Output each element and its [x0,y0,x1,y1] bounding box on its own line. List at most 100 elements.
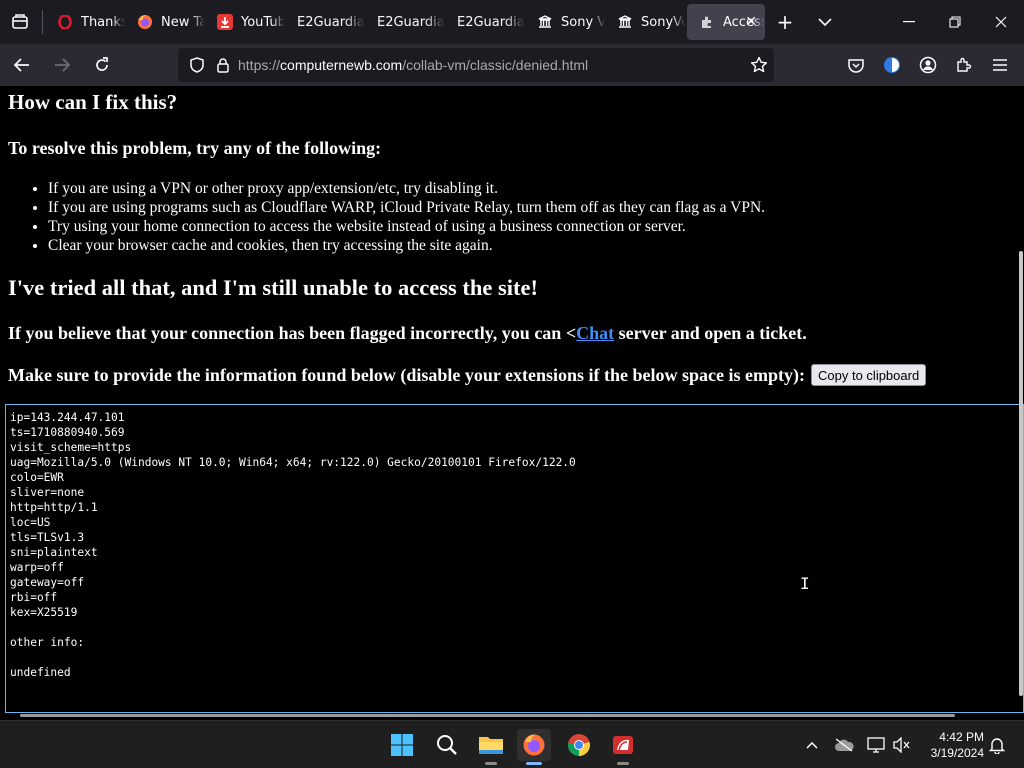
flagged-incorrectly-text: If you believe that your connection has … [8,323,807,344]
restore-button[interactable] [932,0,978,44]
taskbar-file-explorer[interactable] [474,729,508,765]
flag-text-after: server and open a ticket. [614,323,807,343]
forward-arrow-icon [55,58,70,72]
tab-e2guardian-2[interactable]: E2Guardian [365,4,445,40]
extensions-button[interactable] [947,49,981,81]
tab-title: E2Guardian [297,14,365,30]
running-indicator [617,762,629,765]
volume-button[interactable] [890,733,914,757]
provide-info-text: Make sure to provide the information fou… [8,364,927,386]
account-button[interactable] [911,49,945,81]
chat-link[interactable]: Chat [576,323,614,343]
tab-e2guardian-1[interactable]: E2Guardian [285,4,365,40]
minimize-button[interactable] [886,0,932,44]
tab-sony-1[interactable]: Sony V [525,4,605,40]
plus-icon: + [776,10,794,34]
new-tab-button[interactable]: + [765,0,805,44]
tracking-protection-shield-icon[interactable] [186,57,208,73]
system-clock[interactable]: 4:42 PM 3/19/2024 [918,729,984,761]
bell-icon [989,738,1005,754]
tab-title: New Tab [161,14,205,30]
museum-icon [537,14,553,30]
reload-button[interactable] [84,49,120,81]
taskbar-firefox[interactable] [517,729,551,765]
extension-button[interactable] [875,49,909,81]
pocket-button[interactable] [839,49,873,81]
tab-strip: Thanks New Tab YouTube E2Guardian E2Guar… [0,0,1024,44]
heading-still-unable: I've tried all that, and I'm still unabl… [8,275,538,300]
copy-to-clipboard-button[interactable]: Copy to clipboard [811,364,927,386]
tab-sony-2[interactable]: SonyVe [605,4,685,40]
taskbar-search-button[interactable] [430,729,464,761]
puzzle-icon [699,14,715,30]
tab-access-active[interactable]: Access ✕ [687,4,765,40]
close-window-button[interactable] [978,0,1024,44]
bookmark-star-icon[interactable] [750,56,768,78]
list-item: Try using your home connection to access… [48,217,765,236]
chevron-up-icon [806,741,818,749]
list-item: If you are using programs such as Cloudf… [48,198,765,217]
forward-button[interactable] [44,49,80,81]
url-text[interactable]: https://computernewb.com/collab-vm/class… [238,57,588,73]
diagnostic-info-textarea[interactable]: ip=143.244.47.101 ts=1710880940.569 visi… [5,404,1024,713]
network-monitor-icon [867,737,885,753]
show-hidden-icons-button[interactable] [800,733,824,757]
opera-icon [57,14,73,30]
address-bar[interactable]: https://computernewb.com/collab-vm/class… [178,48,774,82]
back-button[interactable] [4,49,40,81]
list-all-tabs-button[interactable] [805,0,845,44]
file-explorer-icon [479,737,503,754]
tab-thanks[interactable]: Thanks [45,4,125,40]
puzzle-piece-icon [957,57,972,72]
tab-title: Thanks [81,14,125,30]
flag-text-before: If you believe that your connection has … [8,323,577,343]
running-indicator [485,762,497,765]
extension-moon-icon [884,57,900,73]
close-tab-icon[interactable]: ✕ [745,14,757,30]
tab-e2guardian-3[interactable]: E2Guardian [445,4,525,40]
horizontal-scrollbar[interactable] [20,714,955,717]
tab-title: SonyVe [641,14,685,30]
tab-title: E2Guardian [457,14,525,30]
app-menu-button[interactable] [983,49,1017,81]
heading-how-to-fix: How can I fix this? [8,90,178,114]
search-icon [437,735,457,755]
url-path: /collab-vm/classic/denied.html [402,57,589,73]
tab-new-tab[interactable]: New Tab [125,4,205,40]
account-icon [919,56,937,74]
notifications-button[interactable] [985,733,1009,757]
windows-start-icon [391,734,413,756]
minimize-icon [903,21,915,23]
list-item: If you are using a VPN or other proxy ap… [48,179,765,198]
start-button[interactable] [385,729,419,761]
chrome-icon [567,734,590,756]
tips-list: If you are using a VPN or other proxy ap… [48,179,765,255]
speaker-muted-icon [893,737,910,753]
clock-time: 4:42 PM [939,730,984,744]
network-button[interactable] [864,733,888,757]
taskbar-remote-app[interactable] [606,729,640,765]
tab-youtube[interactable]: YouTube [205,4,285,40]
list-item: Clear your browser cache and cookies, th… [48,236,765,255]
restore-icon [949,16,961,28]
lock-icon[interactable] [214,57,232,73]
vertical-scrollbar[interactable] [1019,251,1023,696]
pocket-icon [848,58,864,73]
onedrive-button[interactable] [832,733,856,757]
clock-date: 3/19/2024 [930,746,984,760]
firefox-view-icon [12,14,28,29]
tab-title: E2Guardian [377,14,445,30]
tab-title: Access [723,14,765,30]
remote-app-icon [613,736,633,754]
tab-separator [42,10,43,34]
back-arrow-icon [14,58,29,72]
navigation-toolbar: https://computernewb.com/collab-vm/class… [0,44,1024,86]
firefox-icon [137,14,153,30]
chevron-down-icon [818,18,832,27]
url-domain: computernewb.com [280,57,403,73]
cloud-offline-icon [835,738,854,752]
firefox-view-button[interactable] [0,0,40,44]
text-cursor-icon: I [800,574,810,593]
taskbar-chrome[interactable] [562,729,596,761]
close-icon [995,16,1007,28]
